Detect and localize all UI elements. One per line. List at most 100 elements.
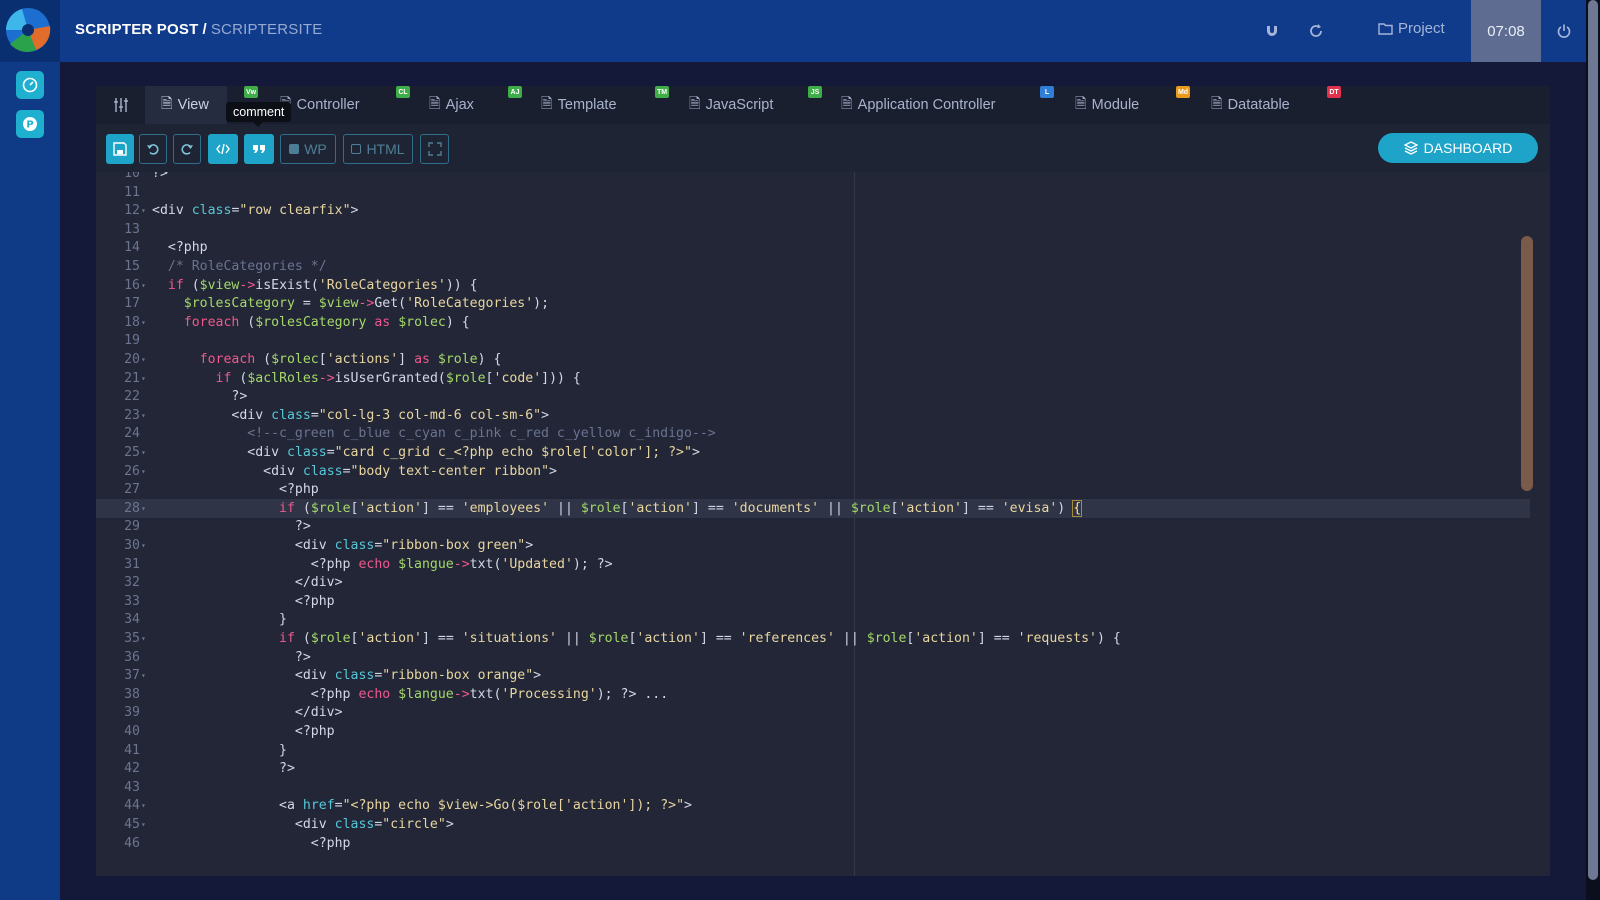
- parking-rail-button[interactable]: P: [16, 110, 44, 138]
- fold-arrow-icon[interactable]: ▾: [141, 350, 149, 369]
- tab-view[interactable]: 🗎 View: [145, 86, 227, 124]
- code-line[interactable]: 36 ?>: [96, 648, 1530, 667]
- code-line[interactable]: 11: [96, 183, 1530, 202]
- code-line[interactable]: 19: [96, 331, 1530, 350]
- code-line[interactable]: 23 ▾ <div class="col-lg-3 col-md-6 col-sm…: [96, 406, 1530, 425]
- undo-button[interactable]: [139, 134, 167, 164]
- code-text: <?php: [152, 724, 335, 739]
- code-line[interactable]: 37 ▾ <div class="ribbon-box orange">: [96, 666, 1530, 685]
- app-logo[interactable]: [0, 0, 60, 62]
- code-line[interactable]: 21 ▾ if ($aclRoles->isUserGranted($role['…: [96, 369, 1530, 388]
- code-line[interactable]: 35 ▾ if ($role['action'] == 'situations' …: [96, 629, 1530, 648]
- code-brackets-icon: [216, 143, 230, 155]
- html-button[interactable]: HTML: [343, 134, 413, 164]
- line-number: 37: [124, 668, 140, 684]
- fold-arrow-icon[interactable]: ▾: [141, 443, 149, 462]
- code-text: <?php: [152, 835, 351, 851]
- code-line[interactable]: 30 ▾ <div class="ribbon-box green">: [96, 536, 1530, 555]
- code-line[interactable]: 16 ▾ if ($view->isExist('RoleCategories')…: [96, 276, 1530, 295]
- tab-datatable[interactable]: 🗎 Datatable: [1195, 86, 1308, 124]
- code-line[interactable]: 31 <?php echo $langue->txt('Updated'); ?…: [96, 555, 1530, 574]
- refresh-button[interactable]: [1305, 20, 1327, 42]
- fold-arrow-icon[interactable]: ▾: [141, 796, 149, 815]
- fold-arrow-icon[interactable]: ▾: [141, 629, 149, 648]
- code-line[interactable]: 32 </div>: [96, 573, 1530, 592]
- wp-button[interactable]: WP: [280, 134, 336, 164]
- fullscreen-button[interactable]: [420, 134, 449, 164]
- fold-arrow-icon[interactable]: ▾: [141, 313, 149, 332]
- line-number: 25: [124, 445, 140, 460]
- line-number: 17: [124, 296, 140, 312]
- sliders-icon[interactable]: [112, 96, 130, 114]
- code-line[interactable]: 38 <?php echo $langue->txt('Processing')…: [96, 685, 1530, 704]
- code-line[interactable]: 45 ▾ <div class="circle">: [96, 815, 1530, 834]
- code-line[interactable]: 40 <?php: [96, 722, 1530, 741]
- tab-label: Controller: [296, 97, 360, 113]
- code-line[interactable]: 13: [96, 220, 1530, 239]
- comment-button[interactable]: [244, 134, 274, 164]
- fold-arrow-icon[interactable]: ▾: [141, 276, 149, 295]
- file-icon: 🗎: [1075, 95, 1087, 112]
- fold-arrow-icon[interactable]: ▾: [141, 462, 149, 481]
- code-line[interactable]: 26 ▾ <div class="body text-center ribbon"…: [96, 462, 1530, 481]
- save-button[interactable]: [106, 134, 134, 164]
- code-button[interactable]: [208, 134, 238, 164]
- fold-arrow-icon[interactable]: ▾: [141, 666, 149, 685]
- dashboard-rail-button[interactable]: [16, 71, 44, 99]
- tab-badge-template: TM: [655, 86, 669, 98]
- code-line[interactable]: 33 <?php: [96, 592, 1530, 611]
- redo-button[interactable]: [173, 134, 201, 164]
- code-line[interactable]: 10 ?>: [96, 172, 1530, 183]
- code-line[interactable]: 43: [96, 778, 1530, 797]
- tab-label: View: [177, 97, 209, 113]
- code-line[interactable]: 25 ▾ <div class="card c_grid c_<?php echo…: [96, 443, 1530, 462]
- code-line[interactable]: 28 ▾ if ($role['action'] == 'employees' |…: [96, 498, 1530, 518]
- code-line[interactable]: 24 <!--c_green c_blue c_cyan c_pink c_re…: [96, 424, 1530, 443]
- tab-application-controller[interactable]: 🗎 Application Controller: [825, 86, 1014, 124]
- code-text: ?>: [152, 389, 248, 405]
- line-number: 12: [124, 203, 140, 219]
- tab-ajax[interactable]: 🗎 Ajax: [413, 86, 492, 124]
- expand-icon: [427, 142, 442, 156]
- editor-toolbar: WP HTML DASHBOARD: [96, 124, 1550, 172]
- code-line[interactable]: 44 ▾ <a href="<?php echo $view->Go($role[…: [96, 796, 1530, 815]
- code-line[interactable]: 12 ▾ <div class="row clearfix">: [96, 201, 1530, 220]
- fold-arrow-icon[interactable]: ▾: [141, 406, 149, 425]
- code-line[interactable]: 39 </div>: [96, 703, 1530, 722]
- tab-module[interactable]: 🗎 Module: [1059, 86, 1157, 124]
- breadcrumb: SCRIPTER POST / SCRIPTERSITE: [75, 21, 322, 38]
- code-line[interactable]: 17 $rolesCategory = $view->Get('RoleCate…: [96, 294, 1530, 313]
- magnet-button[interactable]: [1261, 20, 1283, 42]
- code-text: <div class="body text-center ribbon">: [152, 463, 557, 479]
- code-line[interactable]: 18 ▾ foreach ($rolesCategory as $rolec) {: [96, 313, 1530, 332]
- code-line[interactable]: 42 ?>: [96, 759, 1530, 778]
- code-line[interactable]: 15 /* RoleCategories */: [96, 257, 1530, 276]
- line-number: 44: [124, 798, 140, 814]
- code-line[interactable]: 41 }: [96, 741, 1530, 760]
- code-text: }: [152, 742, 287, 758]
- code-line[interactable]: 46 <?php: [96, 834, 1530, 853]
- dashboard-button[interactable]: DASHBOARD: [1378, 133, 1538, 163]
- tab-template[interactable]: 🗎 Template: [525, 86, 635, 124]
- line-number: 45: [124, 817, 140, 832]
- fold-arrow-icon[interactable]: ▾: [141, 499, 149, 518]
- code-line[interactable]: 22 ?>: [96, 387, 1530, 406]
- fold-arrow-icon[interactable]: ▾: [141, 815, 149, 834]
- tab-javascript[interactable]: 🗎 JavaScript: [673, 86, 791, 124]
- power-button[interactable]: [1553, 20, 1575, 42]
- code-line[interactable]: 27 <?php: [96, 480, 1530, 499]
- code-editor[interactable]: 10 ?> 11 12 ▾ <div class="row clearfix"> 13 14 …: [96, 172, 1550, 876]
- fold-arrow-icon[interactable]: ▾: [141, 536, 149, 555]
- fold-arrow-icon[interactable]: ▾: [141, 201, 149, 220]
- project-menu[interactable]: Project: [1378, 20, 1445, 37]
- code-line[interactable]: 34 }: [96, 610, 1530, 629]
- fold-arrow-icon[interactable]: ▾: [141, 369, 149, 388]
- line-number: 33: [124, 593, 140, 609]
- line-number: 18: [124, 314, 140, 330]
- code-line[interactable]: 20 ▾ foreach ($rolec['actions'] as $role)…: [96, 350, 1530, 369]
- page-scrollbar[interactable]: [1588, 0, 1598, 880]
- code-line[interactable]: 14 <?php: [96, 238, 1530, 257]
- code-line[interactable]: 29 ?>: [96, 517, 1530, 536]
- line-number: 13: [124, 221, 140, 237]
- line-number: 29: [124, 519, 140, 535]
